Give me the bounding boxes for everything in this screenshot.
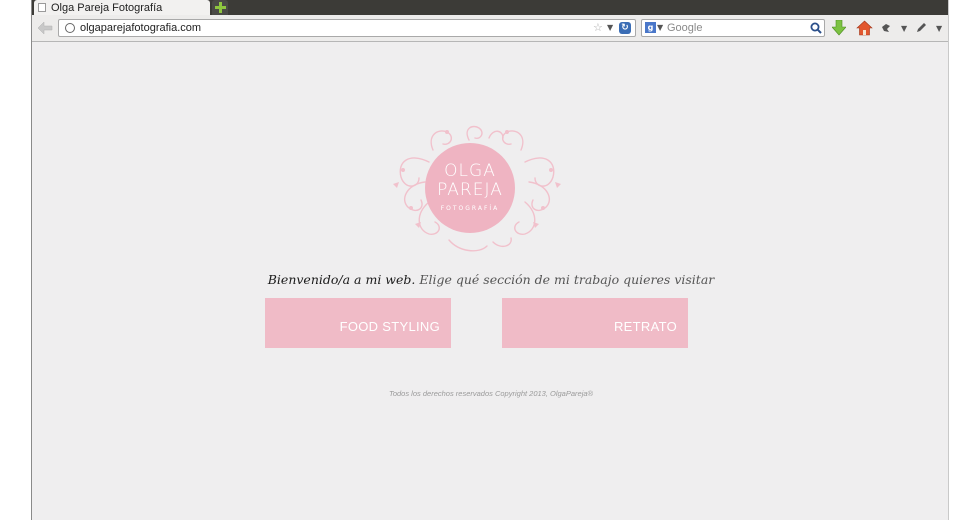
welcome-message: Bienvenido/a a mi web. Elige qué sección… xyxy=(32,272,948,288)
history-dropdown-icon[interactable]: ▼ xyxy=(607,20,613,36)
new-tab-button[interactable] xyxy=(212,0,228,15)
search-icon[interactable] xyxy=(810,22,822,34)
food-styling-button[interactable]: FOOD STYLING xyxy=(265,298,451,348)
back-button[interactable] xyxy=(36,19,54,37)
page-content: OLGA PAREJA FOTOGRAFÍA Bienvenido/a a mi… xyxy=(32,42,948,520)
home-button[interactable] xyxy=(855,18,873,38)
welcome-light-text: Elige qué sección de mi trabajo quieres … xyxy=(419,272,715,287)
tab-title: Olga Pareja Fotografía xyxy=(51,1,163,14)
google-icon[interactable]: g xyxy=(645,22,656,33)
tab-strip: Olga Pareja Fotografía xyxy=(32,0,948,15)
logo-text-olga: OLGA xyxy=(444,161,496,181)
back-arrow-icon xyxy=(37,21,53,35)
puzzle-icon xyxy=(882,24,890,32)
bookmark-star-icon[interactable]: ☆ xyxy=(593,21,603,35)
tools-button[interactable] xyxy=(914,18,928,38)
addon-dropdown-icon[interactable]: ▼ xyxy=(901,18,907,38)
pen-icon xyxy=(917,23,926,32)
tab-active[interactable]: Olga Pareja Fotografía xyxy=(34,0,210,15)
url-text: olgaparejafotografia.com xyxy=(80,22,202,34)
search-input[interactable] xyxy=(667,21,807,35)
home-icon xyxy=(855,20,873,36)
page-icon xyxy=(38,3,46,12)
search-bar: g ▼ xyxy=(641,19,825,37)
address-bar[interactable]: olgaparejafotografia.com ☆ ▼ ↻ xyxy=(58,19,636,37)
logo-text-pareja: PAREJA xyxy=(437,180,503,200)
download-button[interactable] xyxy=(831,18,847,38)
search-engine-dropdown-icon[interactable]: ▼ xyxy=(657,20,663,36)
reload-icon[interactable]: ↻ xyxy=(619,22,631,34)
copyright-footer: Todos los derechos reservados Copyright … xyxy=(388,389,594,398)
logo-text-fotografia: FOTOGRAFÍA xyxy=(440,205,500,212)
site-logo[interactable]: OLGA PAREJA FOTOGRAFÍA xyxy=(389,122,565,256)
addon-button[interactable] xyxy=(880,18,892,38)
browser-window: Olga Pareja Fotografía olgaparejafotogra… xyxy=(31,0,949,520)
download-arrow-icon xyxy=(832,20,846,36)
plus-icon xyxy=(214,2,226,13)
navigation-toolbar: olgaparejafotografia.com ☆ ▼ ↻ g ▼ Googl… xyxy=(32,15,948,42)
welcome-strong-text: Bienvenido/a a mi web. xyxy=(267,272,416,287)
left-margin xyxy=(0,0,31,520)
right-margin xyxy=(949,0,980,520)
tools-dropdown-icon[interactable]: ▼ xyxy=(936,18,942,38)
retrato-button[interactable]: RETRATO xyxy=(502,298,688,348)
globe-icon xyxy=(65,23,75,33)
